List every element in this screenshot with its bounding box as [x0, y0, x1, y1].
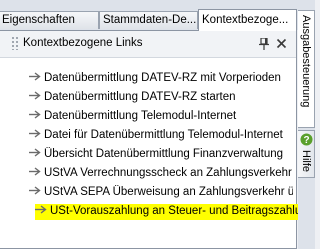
link-telemodul-internet[interactable]: Datenübermittlung Telemodul-Internet [29, 109, 293, 125]
pin-icon[interactable] [259, 38, 269, 50]
help-icon: ? [300, 133, 313, 146]
link-ustva-verrechnungsscheck[interactable]: UStVA Verrechnungsscheck an Zahlungsverk… [29, 166, 293, 182]
link-uebersicht-finanzverwaltung[interactable]: Übersicht Datenübermittlung Finanzverwal… [29, 147, 293, 163]
arrow-right-icon [29, 186, 41, 196]
link-ust-vorauszahlung[interactable]: USt-Vorauszahlung an Steuer- und Beitrag… [35, 204, 299, 220]
link-ustva-sepa[interactable]: UStVA SEPA Überweisung an Zahlungsverkeh… [29, 185, 293, 201]
drag-grip-icon[interactable] [11, 36, 19, 50]
side-tab-label: Ausgabesteuerung [300, 15, 312, 108]
link-label: Datenübermittlung DATEV-RZ mit Vorperiod… [44, 72, 281, 84]
arrow-right-icon [29, 148, 41, 158]
link-label: Datei für Datenübermittlung Telemodul-In… [44, 129, 283, 141]
tab-stammdaten[interactable]: Stammdaten-De... [99, 11, 198, 29]
link-datenuebermittlung-vorperioden[interactable]: Datenübermittlung DATEV-RZ mit Vorperiod… [29, 71, 293, 87]
arrow-right-icon [29, 91, 41, 101]
link-label: Datenübermittlung Telemodul-Internet [44, 110, 237, 122]
link-datei-telemodul[interactable]: Datei für Datenübermittlung Telemodul-In… [29, 128, 293, 144]
link-label: UStVA SEPA Überweisung an Zahlungsverkeh… [44, 186, 293, 198]
side-tab-strip: Ausgabesteuerung ? Hilfe [298, 0, 315, 249]
link-label: Übersicht Datenübermittlung Finanzverwal… [44, 148, 284, 160]
link-label: UStVA Verrechnungsscheck an Zahlungsverk… [44, 167, 293, 179]
tab-eigenschaften[interactable]: Eigenschaften [0, 11, 99, 29]
panel-title: Kontextbezogene Links [23, 37, 143, 49]
context-links-panel: Kontextbezogene Links Datenübermittlung … [0, 30, 299, 249]
panel-header: Kontextbezogene Links [0, 31, 296, 58]
link-label: Datenübermittlung DATEV-RZ starten [44, 91, 236, 103]
arrow-right-icon [35, 205, 47, 215]
close-icon[interactable] [276, 38, 287, 49]
link-label: USt-Vorauszahlung an Steuer- und Beitrag… [50, 205, 299, 217]
svg-text:?: ? [303, 135, 309, 146]
arrow-right-icon [29, 110, 41, 120]
arrow-right-icon [29, 72, 41, 82]
tab-strip: Eigenschaften Stammdaten-De... Kontextbe… [0, 0, 298, 31]
tab-kontextbezogene-links[interactable]: Kontextbezoge... [198, 9, 297, 31]
link-datenuebermittlung-starten[interactable]: Datenübermittlung DATEV-RZ starten [29, 90, 293, 106]
arrow-right-icon [29, 167, 41, 177]
side-tab-hilfe[interactable]: ? Hilfe [298, 130, 315, 178]
side-tab-ausgabesteuerung[interactable]: Ausgabesteuerung [298, 10, 315, 128]
arrow-right-icon [29, 129, 41, 139]
side-tab-label: Hilfe [300, 150, 312, 173]
